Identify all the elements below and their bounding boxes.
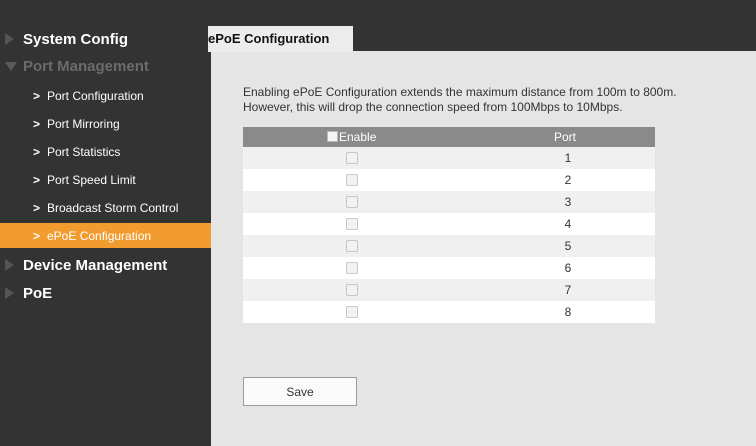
header-port: Port — [554, 130, 577, 144]
sidebar-item-port-mirroring[interactable]: > Port Mirroring — [0, 111, 211, 136]
table-row: 4 — [243, 213, 655, 235]
chevron-right-icon: > — [33, 117, 41, 131]
chevron-right-icon: > — [33, 229, 41, 243]
port-number: 8 — [564, 305, 572, 319]
nav-system-config-label: System Config — [23, 30, 129, 48]
triangle-right-icon — [5, 259, 14, 271]
sidebar-item-broadcast-storm-control[interactable]: > Broadcast Storm Control — [0, 195, 211, 220]
sidebar-item-epoe-configuration[interactable]: > ePoE Configuration — [0, 223, 211, 248]
table-row: 2 — [243, 169, 655, 191]
sidebar-item-port-speed-limit[interactable]: > Port Speed Limit — [0, 167, 211, 192]
port-number: 6 — [564, 261, 572, 275]
triangle-right-icon — [5, 33, 14, 45]
enable-checkbox[interactable] — [346, 174, 358, 186]
table-header: Enable Port — [243, 127, 655, 147]
table-row: 5 — [243, 235, 655, 257]
table-body: 1 2 3 4 5 6 7 8 — [243, 147, 655, 323]
table-row: 6 — [243, 257, 655, 279]
sidebar-item-port-configuration[interactable]: > Port Configuration — [0, 83, 211, 108]
table-row: 8 — [243, 301, 655, 323]
enable-checkbox[interactable] — [346, 152, 358, 164]
nav-poe[interactable]: PoE — [0, 280, 211, 306]
nav-device-management[interactable]: Device Management — [0, 252, 211, 278]
port-number: 1 — [564, 151, 572, 165]
nav-device-management-label: Device Management — [23, 256, 168, 274]
nav-system-config[interactable]: System Config — [0, 26, 211, 52]
tab-label: ePoE Configuration — [208, 31, 330, 46]
sidebar-item-label: Port Configuration — [47, 89, 144, 103]
sidebar-item-label: Port Statistics — [47, 145, 121, 159]
header-enable: Enable — [339, 130, 377, 144]
chevron-right-icon: > — [33, 145, 41, 159]
port-number: 2 — [564, 173, 572, 187]
chevron-right-icon: > — [33, 201, 41, 215]
enable-checkbox[interactable] — [346, 218, 358, 230]
sidebar-item-port-statistics[interactable]: > Port Statistics — [0, 139, 211, 164]
port-number: 7 — [564, 283, 572, 297]
sidebar-item-label: Port Speed Limit — [47, 173, 136, 187]
description-line-2: However, this will drop the connection s… — [243, 100, 623, 114]
tab-epoe-configuration[interactable]: ePoE Configuration — [208, 26, 353, 52]
save-button[interactable]: Save — [243, 377, 357, 406]
sidebar-item-label: ePoE Configuration — [47, 229, 152, 243]
enable-all-checkbox[interactable] — [327, 131, 338, 142]
nav-port-management-label: Port Management — [23, 57, 149, 75]
chevron-right-icon: > — [33, 173, 41, 187]
sidebar: System Config Port Management > Port Con… — [0, 0, 211, 446]
nav-port-management[interactable]: Port Management — [0, 53, 211, 79]
port-number: 5 — [564, 239, 572, 253]
table-row: 7 — [243, 279, 655, 301]
enable-checkbox[interactable] — [346, 306, 358, 318]
enable-checkbox[interactable] — [346, 262, 358, 274]
enable-checkbox[interactable] — [346, 284, 358, 296]
sidebar-item-label: Port Mirroring — [47, 117, 120, 131]
epoe-table: Enable Port 1 2 3 4 5 6 7 8 — [243, 127, 655, 323]
enable-checkbox[interactable] — [346, 196, 358, 208]
table-row: 3 — [243, 191, 655, 213]
description-line-1: Enabling ePoE Configuration extends the … — [243, 85, 677, 99]
port-number: 4 — [564, 217, 572, 231]
sidebar-item-label: Broadcast Storm Control — [47, 201, 179, 215]
description: Enabling ePoE Configuration extends the … — [243, 85, 677, 115]
table-row: 1 — [243, 147, 655, 169]
enable-checkbox[interactable] — [346, 240, 358, 252]
triangle-right-icon — [5, 287, 14, 299]
nav-poe-label: PoE — [23, 284, 53, 302]
chevron-right-icon: > — [33, 89, 41, 103]
triangle-down-icon — [5, 61, 17, 71]
port-number: 3 — [564, 195, 572, 209]
